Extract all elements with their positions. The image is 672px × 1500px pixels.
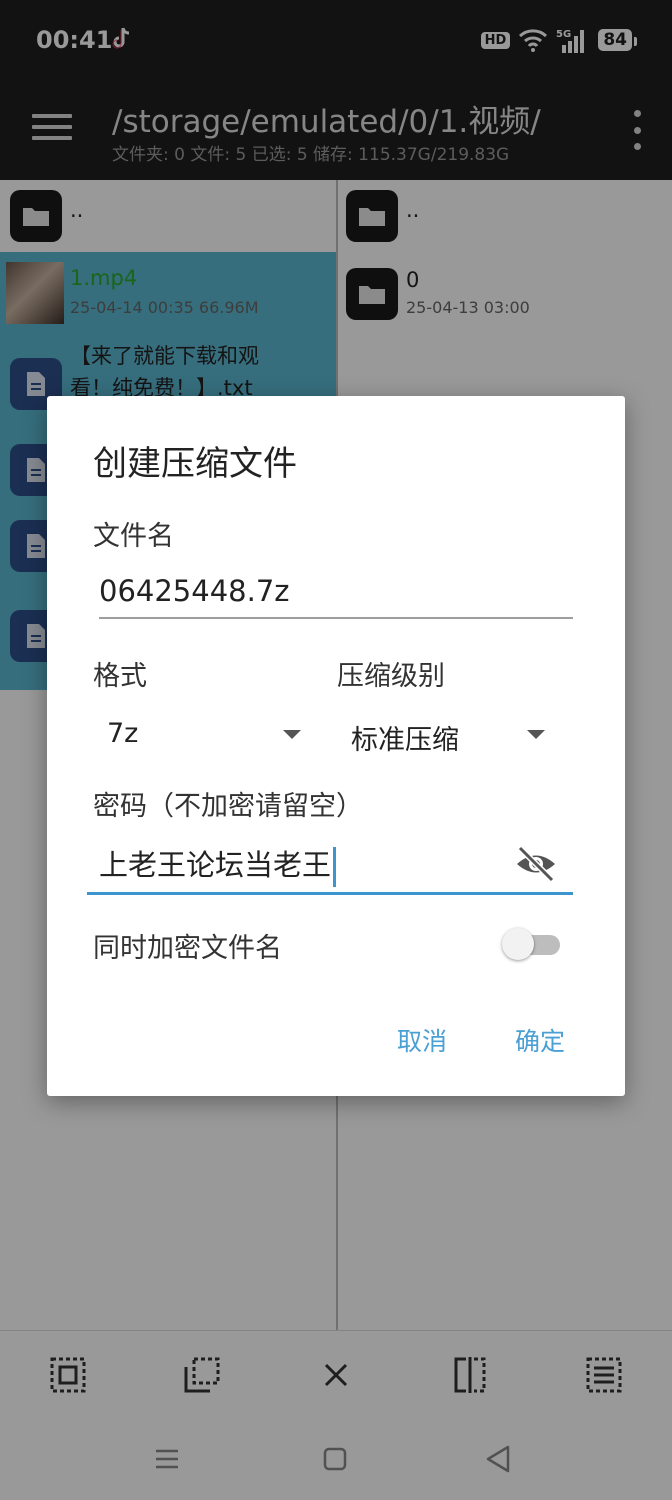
compression-level-value: 标准压缩 <box>351 725 459 756</box>
chevron-down-icon <box>283 730 301 739</box>
password-underline <box>87 892 573 895</box>
password-input[interactable]: 上老王论坛当老王 <box>99 842 337 887</box>
format-value: 7z <box>107 718 139 749</box>
password-label: 密码（不加密请留空） <box>93 791 363 822</box>
format-dropdown[interactable]: 7z <box>93 708 313 760</box>
create-archive-dialog: 创建压缩文件 文件名 06425448.7z 格式 压缩级别 7z 标准压缩 密… <box>47 396 625 1096</box>
visibility-off-icon[interactable] <box>514 842 558 886</box>
filename-label: 文件名 <box>93 521 174 552</box>
encrypt-filenames-toggle[interactable] <box>502 928 560 960</box>
toggle-thumb <box>502 928 534 960</box>
compression-level-label: 压缩级别 <box>337 661 445 692</box>
chevron-down-icon <box>527 730 545 739</box>
dialog-title: 创建压缩文件 <box>93 444 297 484</box>
ok-button[interactable]: 确定 <box>515 1022 565 1058</box>
compression-level-dropdown[interactable]: 标准压缩 <box>337 708 563 760</box>
encrypt-filenames-label: 同时加密文件名 <box>93 933 282 964</box>
filename-underline <box>99 617 573 619</box>
format-label: 格式 <box>93 661 147 692</box>
cancel-button[interactable]: 取消 <box>397 1022 447 1058</box>
password-text: 上老王论坛当老王 <box>99 848 332 882</box>
text-cursor <box>333 847 337 887</box>
filename-input[interactable]: 06425448.7z <box>99 574 290 608</box>
